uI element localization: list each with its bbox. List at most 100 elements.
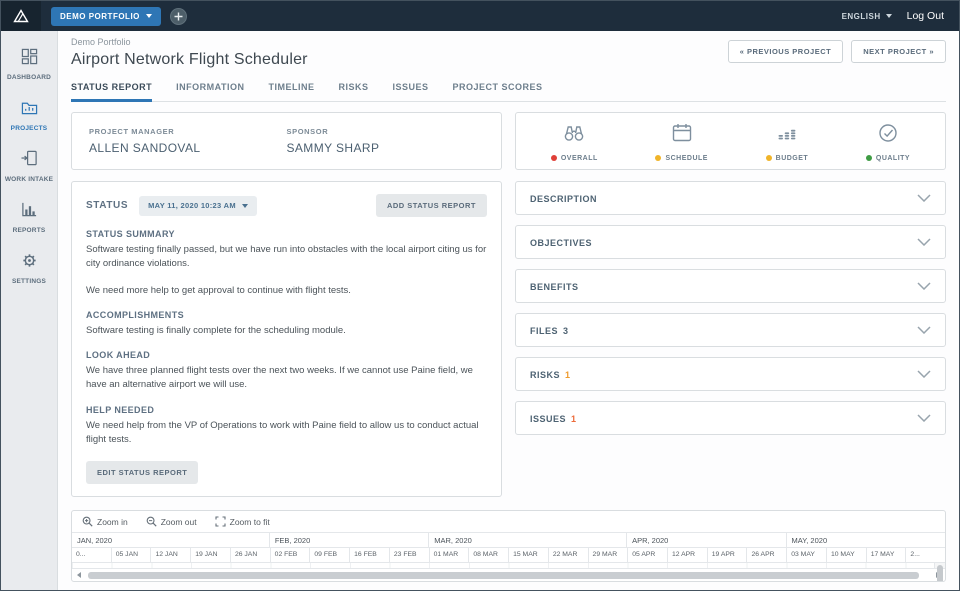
calendar-icon [670, 121, 694, 150]
portfolio-selector-label: DEMO PORTFOLIO [60, 12, 140, 21]
sidebar-item-projects[interactable]: PROJECTS [1, 90, 57, 141]
sidebar-item-label: SETTINGS [12, 278, 46, 285]
project-manager-name: ALLEN SANDOVAL [89, 141, 287, 155]
status-section-help-needed: HELP NEEDED We need help from the VP of … [86, 405, 487, 448]
accordion-item-benefits[interactable]: BENEFITS [515, 269, 946, 303]
week-header-cell: 0... [72, 548, 111, 562]
status-report-card: STATUS MAY 11, 2020 10:23 AM ADD STATUS … [71, 181, 502, 497]
week-header-cell: 26 APR [746, 548, 786, 562]
section-heading: HELP NEEDED [86, 405, 487, 415]
scroll-left-arrow[interactable] [72, 569, 86, 581]
health-item-budget[interactable]: BUDGET [766, 121, 809, 162]
week-header-cell: 02 FEB [270, 548, 310, 562]
tab-information[interactable]: INFORMATION [176, 77, 244, 102]
month-header-cell: MAY, 2020 [786, 533, 945, 547]
month-header-cell: APR, 2020 [626, 533, 785, 547]
accordion-item-description[interactable]: DESCRIPTION [515, 181, 946, 215]
tab-risks[interactable]: RISKS [339, 77, 369, 102]
chevron-down-icon [917, 414, 931, 422]
month-header-cell: JAN, 2020 [72, 533, 269, 547]
sidebar-item-label: REPORTS [13, 227, 46, 234]
language-selector[interactable]: ENGLISH [842, 12, 892, 21]
accordion-label: ISSUES [530, 414, 566, 424]
week-header-cell: 22 MAR [548, 548, 588, 562]
week-header-cell: 12 APR [667, 548, 707, 562]
portfolio-selector[interactable]: DEMO PORTFOLIO [51, 7, 161, 26]
accordion-label: BENEFITS [530, 282, 579, 292]
add-status-report-button[interactable]: ADD STATUS REPORT [376, 194, 487, 217]
section-paragraph: We need more help to get approval to con… [86, 284, 487, 298]
zoom-out-button[interactable]: Zoom out [146, 516, 197, 527]
chevron-down-icon [242, 204, 248, 208]
horizontal-scrollbar[interactable] [72, 568, 945, 581]
status-title: STATUS [86, 200, 128, 211]
horizontal-scrollbar-track[interactable] [86, 569, 931, 581]
breadcrumb[interactable]: Demo Portfolio [71, 37, 308, 47]
team-card: PROJECT MANAGER ALLEN SANDOVAL SPONSOR S… [71, 112, 502, 170]
vertical-scrollbar[interactable] [934, 563, 945, 568]
edit-status-report-button[interactable]: EDIT STATUS REPORT [86, 461, 198, 484]
accordion-item-files[interactable]: FILES3 [515, 313, 946, 347]
sidebar-item-settings[interactable]: SETTINGS [1, 243, 57, 294]
accordion-item-risks[interactable]: RISKS1 [515, 357, 946, 391]
timeline-chart-body: Total Project [72, 562, 945, 568]
logout-link[interactable]: Log Out [907, 10, 944, 22]
month-header-cell: FEB, 2020 [269, 533, 428, 547]
app-window: DEMO PORTFOLIO ENGLISH Log Out DASHBOARD… [0, 0, 960, 591]
zoom-in-icon [82, 516, 93, 527]
sidebar-item-dashboard[interactable]: DASHBOARD [1, 39, 57, 90]
add-portfolio-button[interactable] [170, 8, 187, 25]
sidebar-item-work-intake[interactable]: WORK INTAKE [1, 141, 57, 192]
status-dot [866, 155, 872, 161]
previous-project-button[interactable]: « PREVIOUS PROJECT [728, 40, 844, 63]
budget-bars-icon [775, 121, 799, 150]
sidebar-item-label: PROJECTS [11, 125, 48, 132]
week-header-cell: 05 APR [627, 548, 667, 562]
plus-icon [174, 12, 183, 21]
tab-status-report[interactable]: STATUS REPORT [71, 77, 152, 102]
sponsor-block: SPONSOR SAMMY SHARP [287, 127, 485, 155]
timeline-panel: Zoom in Zoom out Zoom to fit JAN, 2020 F… [71, 510, 946, 582]
vertical-scrollbar-thumb[interactable] [937, 565, 943, 582]
zoom-in-button[interactable]: Zoom in [82, 516, 128, 527]
project-manager-label: PROJECT MANAGER [89, 127, 287, 136]
work-intake-icon [21, 150, 38, 172]
health-card: OVERALL SCHEDULE BUDGET QUALITY [515, 112, 946, 170]
sidebar: DASHBOARD PROJECTS WORK INTAKE REPORTS S… [1, 31, 58, 590]
content-grid: PROJECT MANAGER ALLEN SANDOVAL SPONSOR S… [71, 112, 946, 497]
zoom-to-fit-button[interactable]: Zoom to fit [215, 516, 270, 527]
health-label: BUDGET [776, 155, 809, 162]
topbar: DEMO PORTFOLIO ENGLISH Log Out [1, 1, 959, 31]
week-header-cell: 29 MAR [588, 548, 628, 562]
timeline-week-header: 0... 05 JAN 12 JAN 19 JAN 26 JAN 02 FEB … [72, 547, 945, 562]
health-label: SCHEDULE [665, 155, 708, 162]
accordion-label: OBJECTIVES [530, 238, 592, 248]
accordion-label: FILES [530, 326, 558, 336]
week-header-cell: 26 JAN [230, 548, 270, 562]
week-header-cell: 16 FEB [349, 548, 389, 562]
language-selector-label: ENGLISH [842, 12, 881, 21]
horizontal-scrollbar-thumb[interactable] [88, 572, 919, 579]
tab-project-scores[interactable]: PROJECT SCORES [453, 77, 543, 102]
health-item-quality[interactable]: QUALITY [866, 121, 910, 162]
main-content: Demo Portfolio Airport Network Flight Sc… [58, 31, 959, 590]
week-header-cell: 2... [905, 548, 945, 562]
accordion-item-issues[interactable]: ISSUES1 [515, 401, 946, 435]
status-date-dropdown[interactable]: MAY 11, 2020 10:23 AM [139, 196, 257, 216]
status-section-summary: STATUS SUMMARY Software testing finally … [86, 229, 487, 298]
page-title: Airport Network Flight Scheduler [71, 51, 308, 69]
chevron-down-icon [917, 282, 931, 290]
next-project-button[interactable]: NEXT PROJECT » [851, 40, 946, 63]
tab-timeline[interactable]: TIMELINE [269, 77, 315, 102]
health-item-schedule[interactable]: SCHEDULE [655, 121, 708, 162]
tab-issues[interactable]: ISSUES [393, 77, 429, 102]
health-item-overall[interactable]: OVERALL [551, 121, 598, 162]
acuity-logo-icon [1, 1, 41, 31]
status-report-header: STATUS MAY 11, 2020 10:23 AM ADD STATUS … [86, 194, 487, 217]
page-header: Demo Portfolio Airport Network Flight Sc… [71, 37, 946, 69]
zoom-out-icon [146, 516, 157, 527]
status-date-label: MAY 11, 2020 10:23 AM [148, 201, 236, 210]
accordion-item-objectives[interactable]: OBJECTIVES [515, 225, 946, 259]
sidebar-item-reports[interactable]: REPORTS [1, 192, 57, 243]
chevron-down-icon [917, 238, 931, 246]
